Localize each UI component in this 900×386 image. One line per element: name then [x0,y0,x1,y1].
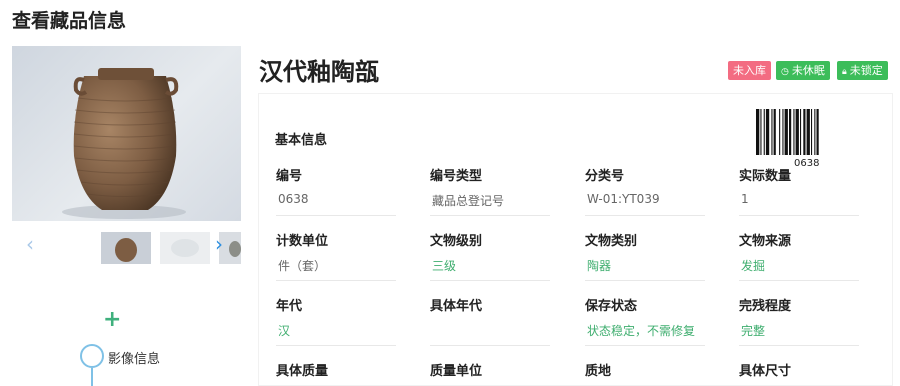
thumbnail-strip: ‹ › [12,226,241,268]
barcode-bar [811,109,813,155]
barcode-image [756,109,819,155]
field-label: 具体尺寸 [739,364,792,379]
barcode-bar [763,109,765,155]
field-label: 计数单位 [276,234,329,249]
field-divider [585,215,705,216]
field-divider [585,345,705,346]
chevron-right-icon[interactable]: › [215,234,223,254]
field-label: 文物级别 [430,234,483,249]
field-value: 汉 [278,324,291,338]
field-label: 完残程度 [739,299,792,314]
field-label: 具体年代 [430,299,483,314]
field-divider [739,280,859,281]
status-badge-not-locked: 🔒︎ 未锁定 [837,61,888,80]
field-label: 保存状态 [585,299,638,314]
field-divider [739,215,859,216]
field-label: 质量单位 [430,364,483,379]
barcode-bar [806,109,810,155]
clock-icon: ◷ [781,67,789,77]
field-label: 文物类别 [585,234,638,249]
barcode-bar [779,109,781,155]
image-info-label[interactable]: 影像信息 [108,348,160,367]
field-value: 状态稳定，不需修复 [587,324,696,338]
item-title: 汉代釉陶瓿 [259,58,379,86]
barcode-bar [771,109,773,155]
field-value: 藏品总登记号 [432,194,505,208]
field-label: 年代 [276,299,303,314]
field-divider [276,215,396,216]
timeline-line [91,368,93,386]
field-label: 编号类型 [430,169,483,184]
section-title: 基本信息 [275,133,328,148]
lock-icon: 🔒︎ [842,67,847,77]
field-value: 三级 [432,259,457,273]
field-divider [276,345,396,346]
barcode-bar [795,109,799,155]
barcode-bar [773,109,776,155]
field-divider [430,280,550,281]
barcode-bar [789,109,792,155]
field-divider [276,280,396,281]
field-value: 完整 [741,324,766,338]
field-divider [430,345,550,346]
field-label: 具体质量 [276,364,329,379]
barcode-bar [816,109,819,155]
main-photo[interactable] [12,46,241,221]
field-value: 0638 [278,192,309,206]
field-value: 发掘 [741,259,766,273]
barcode-bar [784,109,788,155]
field-value: 陶器 [587,259,612,273]
add-icon[interactable]: + [103,309,121,331]
field-label: 文物来源 [739,234,792,249]
pottery-jar-image [62,68,186,219]
barcode-bar [803,109,806,155]
barcode-bar [765,109,770,155]
field-divider [739,345,859,346]
barcode-bar [814,109,816,155]
barcode-bar [760,109,762,155]
status-badge-not-stored: 未入库 [728,61,771,80]
field-label: 编号 [276,169,303,184]
field-value: W-01:YT039 [587,192,660,206]
field-divider [585,280,705,281]
barcode-bar [756,109,760,155]
field-label: 分类号 [585,169,625,184]
timeline-node-icon[interactable] [80,344,104,368]
field-divider [430,215,550,216]
field-value: 1 [741,192,749,206]
barcode-bar [800,109,802,155]
chevron-left-icon[interactable]: ‹ [26,234,34,254]
field-label: 实际数量 [739,169,792,184]
status-badge-not-dormant: ◷ 未休眠 [776,61,830,80]
barcode-bar [782,109,784,155]
field-value: 件（套） [278,259,327,273]
thumbnail-2[interactable] [160,232,210,264]
barcode-number: 0638 [794,158,820,169]
barcode-bar [793,109,795,155]
field-label: 质地 [585,364,612,379]
thumbnail-1[interactable] [101,232,151,264]
page-title: 查看藏品信息 [12,10,127,32]
